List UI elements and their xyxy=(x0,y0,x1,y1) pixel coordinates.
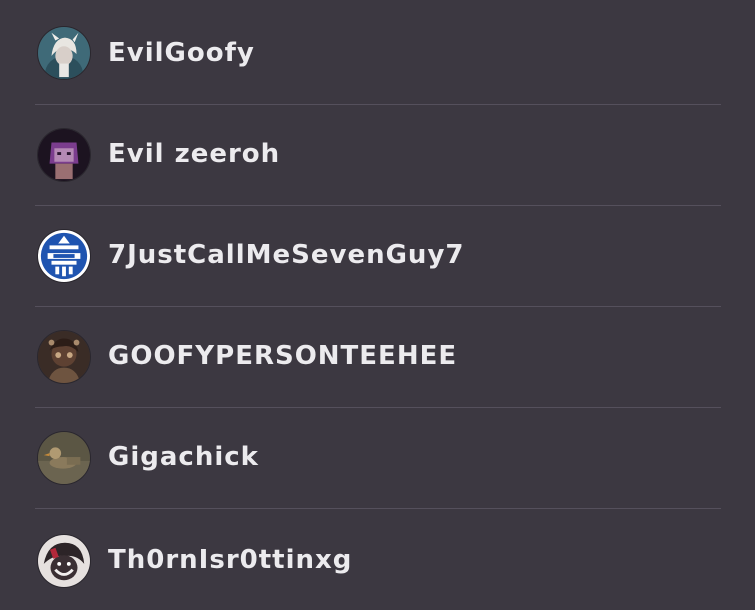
blurry-bird-avatar-icon xyxy=(37,431,91,485)
user-list-item[interactable]: EvilGoofy xyxy=(35,4,721,105)
username: GOOFYPERSONTEEHEE xyxy=(108,341,458,371)
username: EvilGoofy xyxy=(108,38,255,68)
user-list-item[interactable]: Evil zeeroh xyxy=(35,105,721,206)
username: Gigachick xyxy=(108,442,259,472)
dark-character-avatar-icon xyxy=(37,534,91,588)
user-list-item[interactable]: Th0rnIsr0ttinxg xyxy=(35,509,721,610)
user-list-item[interactable]: Gigachick xyxy=(35,408,721,509)
username: Evil zeeroh xyxy=(108,139,281,169)
username: Th0rnIsr0ttinxg xyxy=(108,545,353,575)
brown-character-avatar-icon xyxy=(37,330,91,384)
user-list-item[interactable]: GOOFYPERSONTEEHEE xyxy=(35,307,721,408)
white-haired-character-avatar-icon xyxy=(37,26,91,80)
username: 7JustCallMeSevenGuy7 xyxy=(108,240,465,270)
blue-emblem-avatar-icon xyxy=(37,229,91,283)
purple-character-avatar-icon xyxy=(37,128,91,182)
user-list-item[interactable]: 7JustCallMeSevenGuy7 xyxy=(35,206,721,307)
